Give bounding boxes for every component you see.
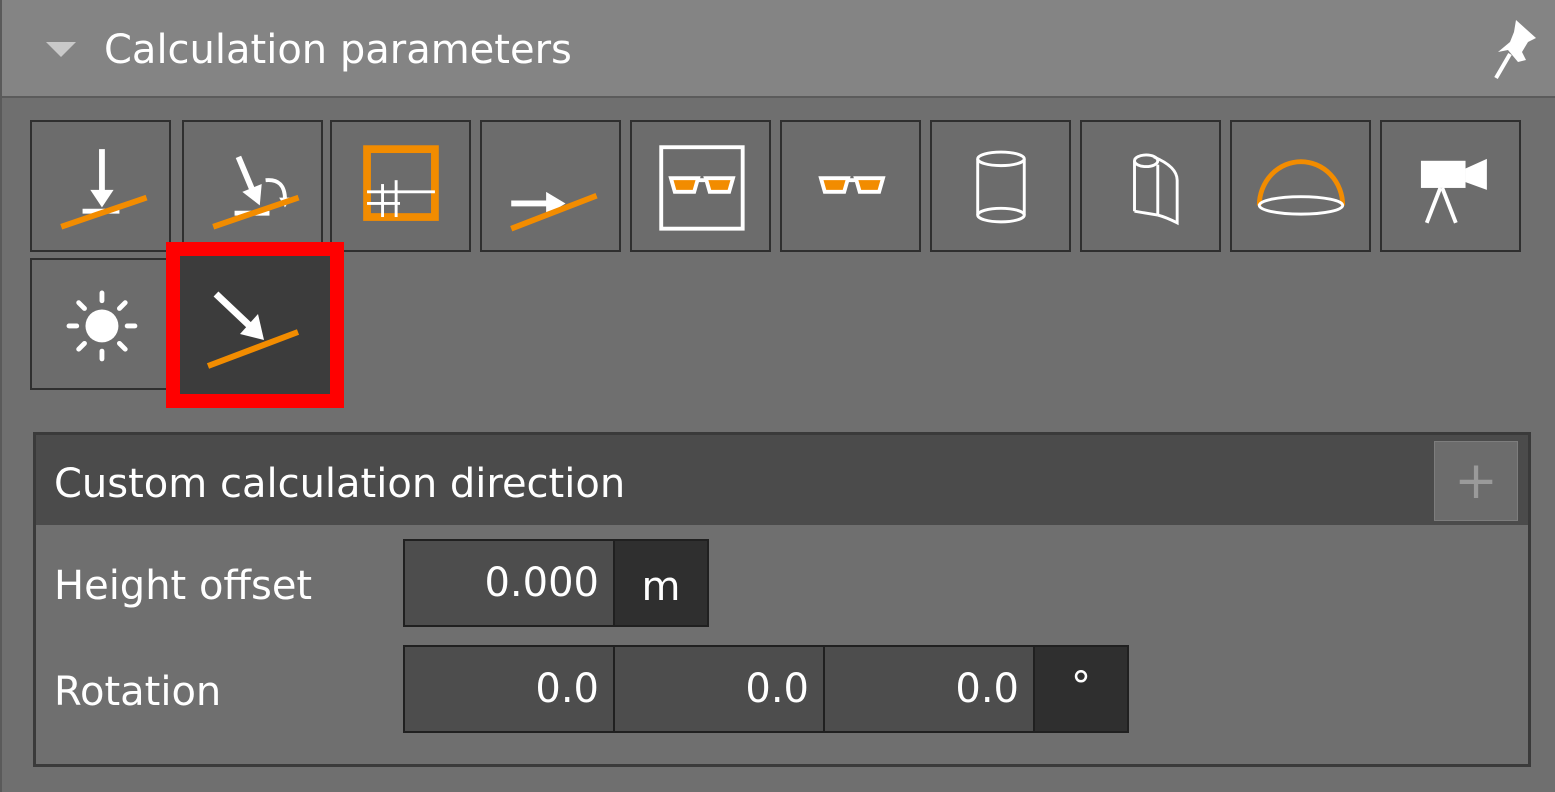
panel-title: Calculation parameters xyxy=(104,27,572,73)
tool-grid-button[interactable] xyxy=(330,120,471,252)
tool-daylight-button[interactable] xyxy=(30,258,171,390)
rotate-arrow-plane-icon xyxy=(212,155,300,230)
arrow-diagonal-plane-icon xyxy=(206,291,300,369)
tool-cylindrical-button[interactable] xyxy=(930,120,1071,252)
arrow-right-plane-icon xyxy=(510,191,598,232)
hemisphere-icon xyxy=(1256,159,1346,216)
calculation-parameters-panel: Calculation parameters Custom calculatio… xyxy=(0,0,1555,792)
tool-vertical-direction-button[interactable] xyxy=(30,120,171,252)
rotation-x-input[interactable]: 0.0 xyxy=(403,645,615,733)
tool-horizontal-direction-button[interactable] xyxy=(480,120,621,252)
add-button[interactable]: + xyxy=(1434,441,1518,521)
camera-tripod-icon xyxy=(1420,158,1487,224)
tool-ugr-framed-button[interactable] xyxy=(630,120,771,252)
semi-cylinder-icon xyxy=(1133,153,1179,226)
tool-perpendicular-direction-button[interactable] xyxy=(182,120,323,252)
rotation-y-input[interactable]: 0.0 xyxy=(613,645,825,733)
height-offset-unit: m xyxy=(613,539,709,627)
sun-icon xyxy=(66,290,138,362)
rotation-unit: ° xyxy=(1033,645,1129,733)
section-header: Custom calculation direction + xyxy=(36,435,1528,525)
panel-header[interactable]: Calculation parameters xyxy=(2,0,1555,98)
cylinder-icon xyxy=(976,150,1026,224)
glasses-framed-icon xyxy=(659,145,745,231)
rotation-z-input[interactable]: 0.0 xyxy=(823,645,1035,733)
arrow-down-plane-icon xyxy=(60,149,148,230)
height-offset-label: Height offset xyxy=(54,563,313,609)
grid-icon xyxy=(363,145,439,221)
tool-camera-button[interactable] xyxy=(1380,120,1521,252)
pin-icon[interactable] xyxy=(1488,18,1542,82)
custom-direction-section: Custom calculation direction + Height of… xyxy=(33,432,1531,767)
tool-semi-cylindrical-button[interactable] xyxy=(1080,120,1221,252)
collapse-caret-icon[interactable] xyxy=(46,42,76,57)
rotation-label: Rotation xyxy=(54,669,222,715)
height-offset-input[interactable]: 0.000 xyxy=(403,539,615,627)
tool-hemispherical-button[interactable] xyxy=(1230,120,1371,252)
tool-ugr-button[interactable] xyxy=(780,120,921,252)
section-title: Custom calculation direction xyxy=(54,461,626,507)
tool-custom-direction-button[interactable] xyxy=(166,242,344,408)
glasses-icon xyxy=(818,176,886,194)
